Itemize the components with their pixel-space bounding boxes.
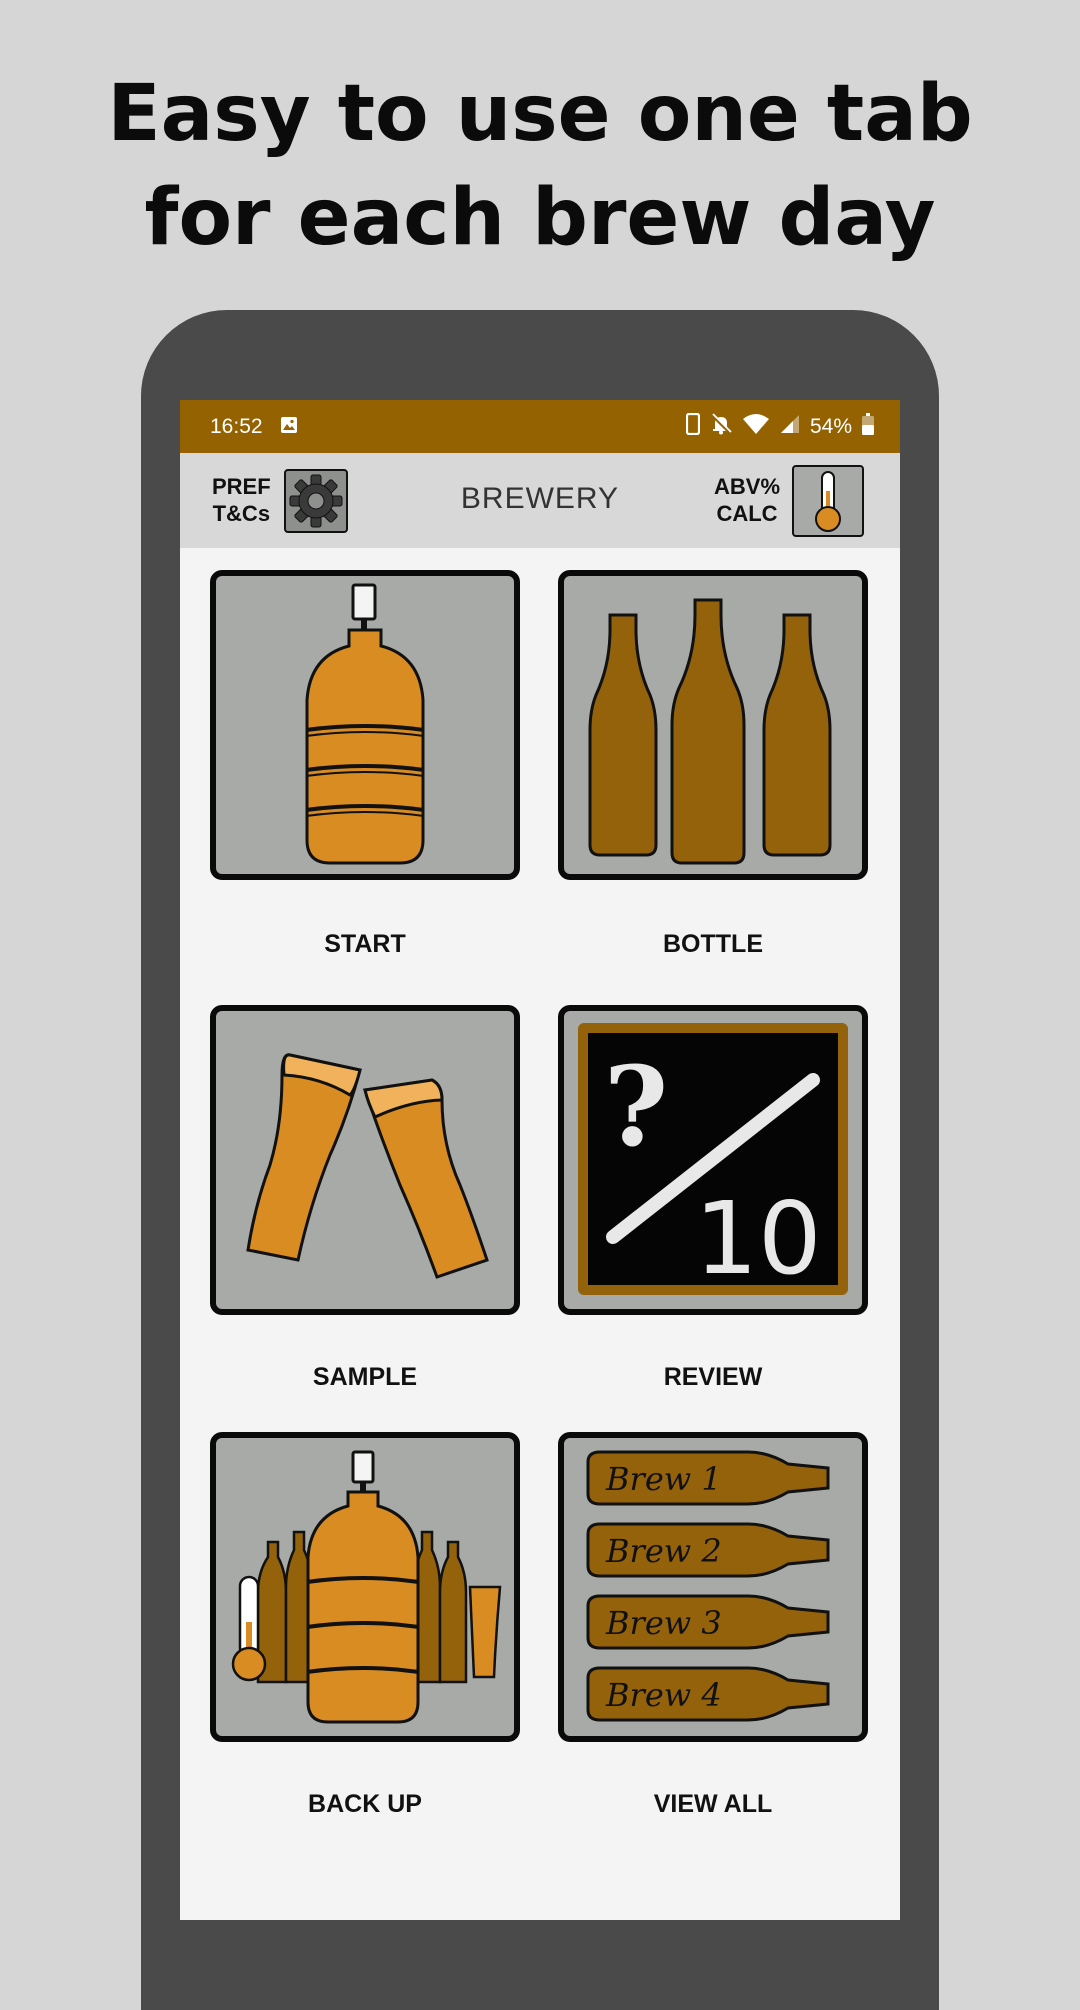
bell-off-icon: [710, 413, 732, 441]
brew-label-2: Brew 2: [605, 1532, 722, 1570]
view-all-label[interactable]: VIEW ALL: [558, 1790, 868, 1819]
sample-label[interactable]: SAMPLE: [210, 1363, 520, 1392]
wifi-icon: [742, 413, 770, 441]
review-score: 10: [694, 1180, 821, 1297]
backup-label[interactable]: BACK UP: [210, 1790, 520, 1819]
review-tile[interactable]: ? 10: [558, 1005, 868, 1315]
battery-icon: [862, 413, 874, 441]
status-icons: 54%: [685, 412, 874, 441]
backup-tile[interactable]: [210, 1432, 520, 1742]
battery-percent: 54%: [809, 415, 852, 438]
review-question: ?: [604, 1042, 668, 1171]
review-label[interactable]: REVIEW: [558, 1363, 868, 1392]
brew-label-3: Brew 3: [605, 1604, 722, 1642]
bottles-icon: [588, 598, 832, 865]
phone-vibrate-icon: [685, 412, 701, 441]
start-tile[interactable]: [210, 570, 520, 880]
view-all-tile[interactable]: Brew 1 Brew 2 Brew 3 Brew 4: [558, 1432, 868, 1742]
status-time: 16:52: [210, 415, 263, 438]
abv-label: ABV%: [714, 474, 781, 499]
bottle-tile[interactable]: [558, 570, 868, 880]
abv-calc-label[interactable]: ABV% CALC: [714, 473, 780, 527]
sample-tile[interactable]: [210, 1005, 520, 1315]
signal-icon: [780, 414, 800, 440]
chalkboard-icon: ? 10: [578, 1023, 848, 1297]
app-toolbar: PREF T&Cs BREWERY ABV% CALC: [180, 453, 900, 548]
image-notification-icon: [280, 416, 298, 440]
brew-label-1: Brew 1: [605, 1460, 722, 1498]
calc-label: CALC: [716, 501, 778, 526]
headline-line-2: for each brew day: [144, 173, 936, 263]
brew-label-4: Brew 4: [605, 1676, 722, 1714]
thermometer-icon[interactable]: [792, 465, 864, 541]
start-label[interactable]: START: [210, 930, 520, 959]
status-bar: 16:52 54%: [180, 400, 900, 453]
headline-line-1: Easy to use one tab: [107, 69, 973, 159]
bottle-label[interactable]: BOTTLE: [558, 930, 868, 959]
app-screen: 16:52 54% PREF T&Cs BREWERY ABV% CALC ST…: [180, 400, 900, 1920]
headline: Easy to use one tab for each brew day: [0, 62, 1080, 270]
